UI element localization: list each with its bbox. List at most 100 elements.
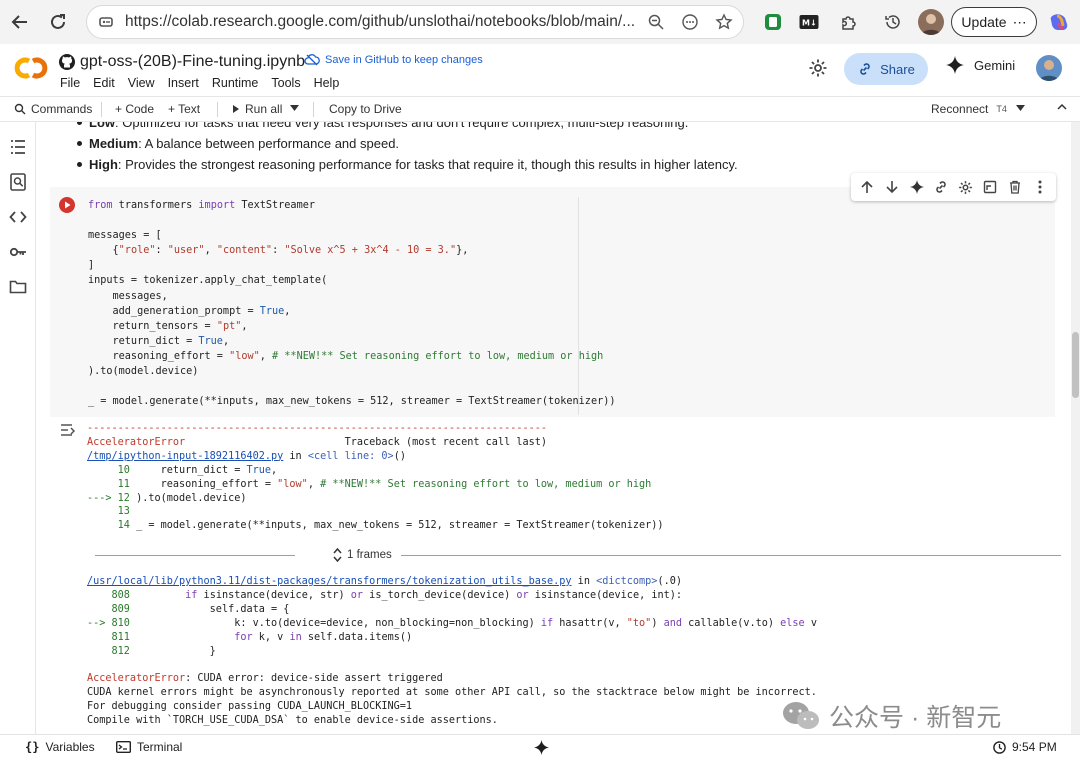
browser-profile-avatar[interactable] — [918, 9, 944, 35]
left-sidebar — [0, 122, 36, 734]
menu-help[interactable]: Help — [314, 76, 340, 90]
status-bar: {} Variables Terminal 9:54 PM — [0, 734, 1080, 759]
output-actions-icon[interactable] — [60, 423, 78, 441]
delete-trash-icon[interactable] — [1007, 179, 1023, 195]
toolbar-divider — [217, 102, 218, 117]
gemini-label: Gemini — [974, 57, 1016, 73]
cell-toolbar — [851, 173, 1056, 201]
gemini-sparkle-icon — [946, 56, 964, 74]
back-arrow-icon[interactable] — [7, 9, 33, 35]
gemini-button[interactable]: Gemini — [946, 56, 1015, 74]
gemini-sparkle-icon[interactable] — [909, 179, 925, 195]
reload-icon[interactable] — [45, 9, 71, 35]
terminal-button[interactable]: Terminal — [116, 740, 182, 754]
expand-frames-button[interactable]: 1 frames — [333, 548, 392, 562]
vertical-scrollbar[interactable] — [1071, 122, 1080, 734]
collapse-chevron-icon[interactable] — [1056, 101, 1068, 113]
terminal-icon — [116, 741, 131, 753]
bullet-text: : A balance between performance and spee… — [138, 136, 400, 151]
save-in-github-link[interactable]: Save in GitHub to keep changes — [304, 54, 483, 66]
execution-time[interactable]: 9:54 PM — [993, 740, 1057, 754]
add-text-label: + Text — [168, 102, 201, 116]
notebook-title[interactable]: gpt-oss-(20B)-Fine-tuning.ipynb — [80, 53, 305, 71]
mirror-cell-icon[interactable] — [982, 179, 998, 195]
bullet-term: Low — [89, 122, 115, 130]
add-code-button[interactable]: + Code — [115, 102, 154, 116]
bullet-text: : Optimized for tasks that need very fas… — [115, 122, 689, 130]
traceback-output: ----------------------------------------… — [87, 423, 817, 727]
wechat-icon — [781, 700, 821, 732]
toolbar-divider — [313, 102, 314, 117]
link-icon — [857, 61, 873, 77]
update-button[interactable]: Update ⋯ — [951, 7, 1037, 37]
list-item: High: Provides the strongest reasoning p… — [77, 154, 738, 175]
move-up-icon[interactable] — [859, 179, 875, 195]
search-icon — [14, 103, 26, 115]
frames-divider — [401, 555, 1061, 556]
more-options-icon: ⋯ — [1012, 13, 1027, 30]
history-icon[interactable] — [880, 9, 906, 35]
copy-to-drive-button[interactable]: Copy to Drive — [329, 102, 402, 116]
link-icon[interactable] — [933, 179, 949, 195]
site-info-icon[interactable] — [95, 11, 117, 33]
favorite-star-icon[interactable] — [713, 11, 735, 33]
frames-label: 1 frames — [347, 549, 392, 561]
menu-insert[interactable]: Insert — [168, 76, 199, 90]
extensions-puzzle-icon[interactable] — [836, 9, 862, 35]
bullet-term: High — [89, 157, 118, 172]
code-editor[interactable]: from transformers import TextStreamer me… — [88, 198, 615, 409]
add-code-label: + Code — [115, 102, 155, 116]
files-folder-icon[interactable] — [9, 278, 27, 296]
commands-label: Commands — [31, 102, 93, 116]
braces-icon: {} — [25, 740, 40, 754]
terminal-label: Terminal — [137, 740, 183, 754]
markdown-extension-icon[interactable]: M↓ — [796, 9, 822, 35]
menu-runtime[interactable]: Runtime — [212, 76, 259, 90]
scrollbar-thumb[interactable] — [1072, 332, 1079, 398]
reader-icon[interactable] — [679, 11, 701, 33]
runtime-dropdown-icon[interactable] — [1016, 105, 1025, 111]
secrets-key-icon[interactable] — [9, 243, 27, 261]
user-avatar[interactable] — [1036, 55, 1062, 81]
gemini-sparkle-icon[interactable] — [534, 740, 549, 755]
table-of-contents-icon[interactable] — [9, 138, 27, 156]
variables-label: Variables — [45, 740, 95, 754]
browser-toolbar: https://colab.research.google.com/github… — [0, 0, 1080, 44]
svg-text:M↓: M↓ — [802, 19, 817, 28]
share-button[interactable]: Share — [844, 53, 928, 85]
settings-gear-icon[interactable] — [808, 58, 828, 78]
move-down-icon[interactable] — [884, 179, 900, 195]
menu-tools[interactable]: Tools — [271, 76, 300, 90]
runtime-type-label: T4 — [996, 104, 1007, 114]
url-text[interactable]: https://colab.research.google.com/github… — [125, 13, 635, 31]
play-icon — [64, 201, 70, 209]
run-all-dropdown-icon[interactable] — [290, 105, 299, 111]
commands-button[interactable]: Commands — [14, 102, 92, 116]
menu-file[interactable]: File — [60, 76, 80, 90]
run-all-button[interactable]: Run all — [232, 102, 282, 116]
watermark: 公众号 · 新智元 — [781, 698, 1001, 734]
find-replace-icon[interactable] — [9, 173, 27, 191]
reconnect-button[interactable]: Reconnect T4 — [931, 102, 1007, 116]
add-text-button[interactable]: + Text — [168, 102, 200, 116]
menu-view[interactable]: View — [128, 76, 155, 90]
clock-icon — [993, 740, 1006, 754]
variables-button[interactable]: {} Variables — [25, 740, 95, 754]
list-item: Low: Optimized for tasks that need very … — [77, 122, 738, 133]
copy-to-drive-label: Copy to Drive — [329, 102, 402, 116]
save-in-github-label: Save in GitHub to keep changes — [325, 54, 483, 66]
run-all-label: Run all — [245, 102, 283, 116]
address-bar[interactable]: https://colab.research.google.com/github… — [86, 5, 744, 39]
share-label: Share — [880, 61, 915, 77]
extension-green-icon[interactable] — [760, 9, 786, 35]
reconnect-label: Reconnect — [931, 102, 989, 116]
cell-settings-gear-icon[interactable] — [958, 179, 974, 195]
copilot-icon[interactable] — [1047, 9, 1073, 35]
zoom-icon[interactable] — [645, 11, 667, 33]
frames-divider — [95, 555, 295, 556]
colab-logo-icon[interactable] — [13, 56, 49, 80]
run-cell-button[interactable] — [59, 197, 75, 213]
menu-edit[interactable]: Edit — [93, 76, 115, 90]
more-vert-icon[interactable] — [1032, 179, 1048, 195]
code-snippets-icon[interactable] — [9, 208, 27, 226]
